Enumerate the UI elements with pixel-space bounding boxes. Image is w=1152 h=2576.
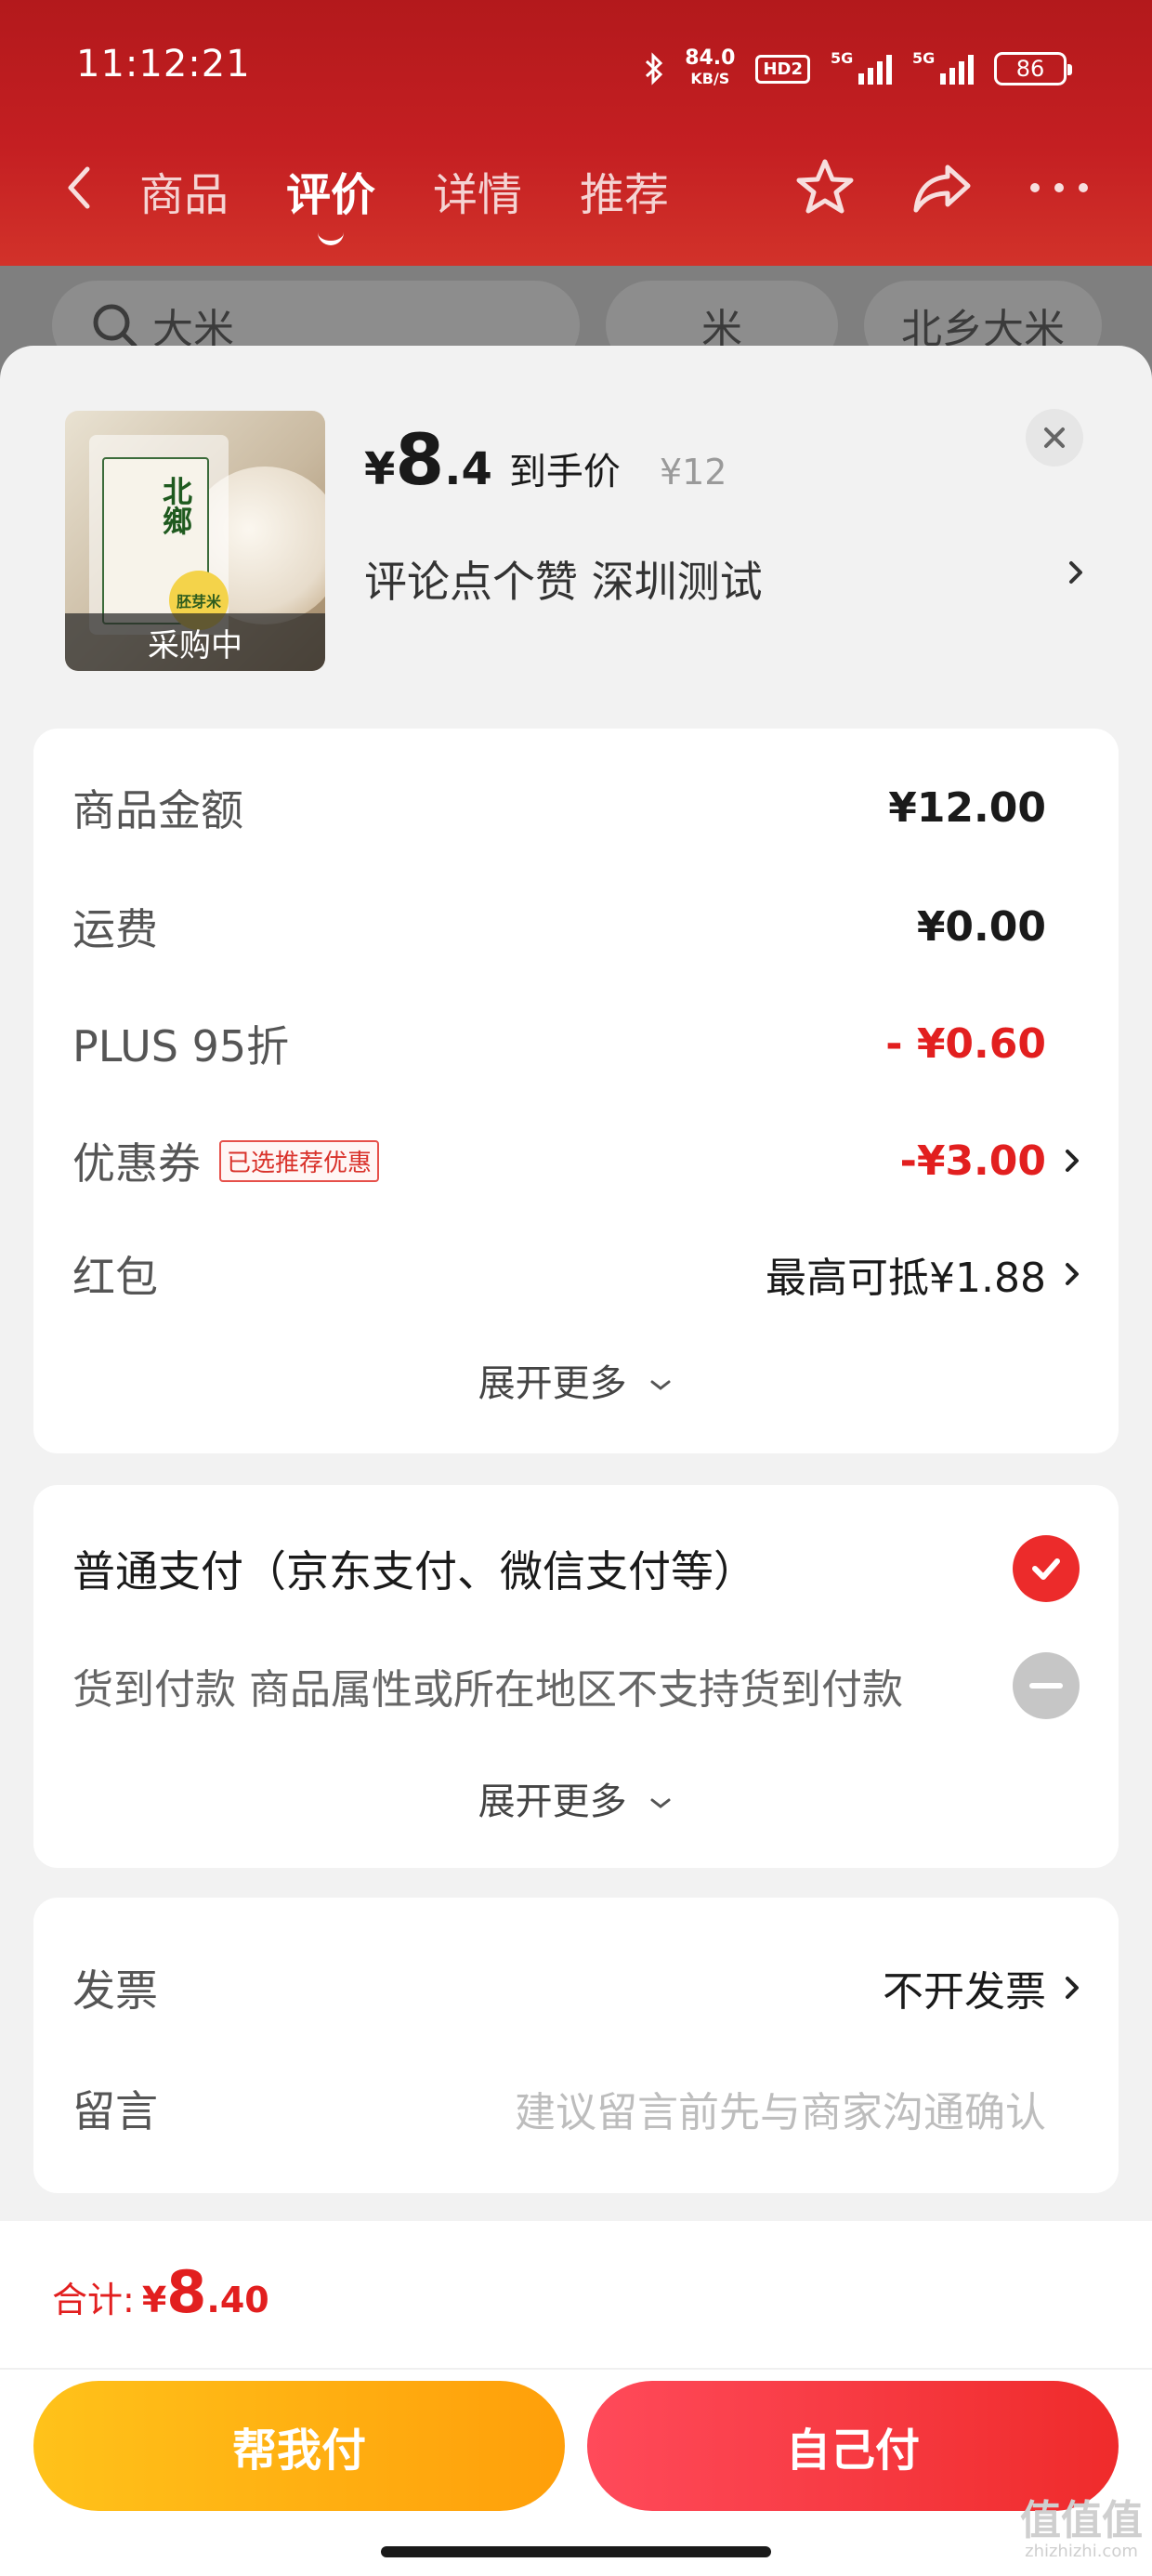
network-speed: 84.0 KB/S xyxy=(685,48,735,89)
total-decimal: .40 xyxy=(206,2280,269,2320)
hd-voice-badge: HD2 xyxy=(755,54,810,84)
disabled-minus-icon xyxy=(1013,1652,1080,1719)
row-note[interactable]: 留言 建议留言前先与商家沟通确认 xyxy=(72,2076,1080,2141)
red-packet-value: 最高可抵¥1.88 xyxy=(766,1255,1046,1302)
total-integer: 8 xyxy=(166,2258,207,2326)
tab-recommend[interactable]: 推荐 xyxy=(580,158,669,223)
status-icons: 84.0 KB/S HD2 5G 5G 86 xyxy=(644,41,1072,97)
nav-tabs: 商品 评价 详情 推荐 xyxy=(139,158,669,245)
watermark-site: zhizhizhi.com xyxy=(1025,2542,1138,2561)
total-currency: ¥ xyxy=(141,2280,167,2320)
status-time: 11:12:21 xyxy=(76,43,251,85)
expand-more-prices[interactable]: 展开更多 xyxy=(33,1353,1119,1407)
payment-option-normal-label: 普通支付（京东支付、微信支付等） xyxy=(72,1546,756,1597)
original-price: ¥12 xyxy=(659,452,727,493)
pay-myself-button[interactable]: 自己付 xyxy=(587,2381,1119,2511)
tab-details[interactable]: 详情 xyxy=(433,158,522,223)
invoice-note-card: 发票 不开发票 留言 建议留言前先与商家沟通确认 xyxy=(33,1898,1119,2193)
shipping-label: 运费 xyxy=(72,904,158,954)
row-red-packet[interactable]: 红包 最高可抵¥1.88 xyxy=(72,1242,1080,1307)
chevron-right-icon xyxy=(1066,1150,1079,1172)
final-price: ¥ 8 .4 到手价 ¥12 xyxy=(364,418,727,501)
goods-amount-label: 商品金额 xyxy=(72,785,243,835)
payment-option-cod: 货到付款 商品属性或所在地区不支持货到付款 xyxy=(72,1649,1080,1723)
thumbnail-caption: 采购中 xyxy=(65,613,325,671)
checkout-footer: 合计: ¥ 8 .40 帮我付 自己付 值值值 zhizhizhi.com xyxy=(0,2221,1152,2576)
product-thumbnail: 北鄉 胚芽米 采购中 xyxy=(65,411,325,671)
chevron-right-icon xyxy=(1066,1977,1079,1999)
product-spec-text: 评论点个赞 深圳测试 xyxy=(364,557,763,607)
price-currency: ¥ xyxy=(364,443,396,495)
coupon-label: 优惠券 xyxy=(72,1138,201,1189)
status-bar: 11:12:21 84.0 KB/S HD2 5G 5G 86 xyxy=(0,0,1152,139)
goods-amount-value: ¥12.00 xyxy=(888,783,1046,832)
network-speed-unit: KB/S xyxy=(690,70,730,87)
coupon-recommended-tag: 已选推荐优惠 xyxy=(219,1139,380,1182)
brand-logo-text: 北鄉 xyxy=(158,476,193,535)
plus-discount-value: - ¥0.60 xyxy=(885,1019,1046,1068)
signal-sim2-icon: 5G xyxy=(912,49,974,85)
chevron-right-icon xyxy=(1066,1263,1079,1285)
row-goods-amount: 商品金额 ¥12.00 xyxy=(72,775,1080,840)
payment-option-normal[interactable]: 普通支付（京东支付、微信支付等） xyxy=(72,1531,1080,1606)
home-indicator[interactable] xyxy=(381,2546,771,2557)
price-decimal: .4 xyxy=(444,443,492,495)
price-integer: 8 xyxy=(395,418,445,501)
product-summary: 北鄉 胚芽米 采购中 ¥ 8 .4 到手价 ¥12 评论点个赞 深圳测试 xyxy=(0,346,1152,699)
signal-sim1-icon: 5G xyxy=(831,49,892,85)
more-options-icon[interactable] xyxy=(1026,178,1093,197)
battery-icon: 86 xyxy=(994,52,1072,85)
back-arrow-icon[interactable] xyxy=(59,160,97,216)
payment-method-card: 普通支付（京东支付、微信支付等） 货到付款 商品属性或所在地区不支持货到付款 展… xyxy=(33,1485,1119,1868)
invoice-value: 不开发票 xyxy=(883,1968,1046,2016)
plus-discount-label: PLUS 95折 xyxy=(72,1021,290,1071)
search-icon xyxy=(93,304,137,348)
total-label: 合计: xyxy=(52,2280,135,2320)
payment-option-cod-label: 货到付款 商品属性或所在地区不支持货到付款 xyxy=(72,1666,903,1714)
row-shipping: 运费 ¥0.00 xyxy=(72,894,1080,959)
price-label: 到手价 xyxy=(508,451,621,493)
chevron-down-icon xyxy=(650,1798,671,1808)
favorite-star-icon[interactable] xyxy=(792,154,858,221)
shipping-value: ¥0.00 xyxy=(916,902,1046,951)
close-icon xyxy=(1044,427,1065,448)
row-plus-discount: PLUS 95折 - ¥0.60 xyxy=(72,1011,1080,1076)
share-icon[interactable] xyxy=(909,154,975,221)
order-total: 合计: ¥ 8 .40 xyxy=(52,2258,269,2326)
coupon-value: -¥3.00 xyxy=(899,1137,1046,1185)
price-breakdown-card: 商品金额 ¥12.00 运费 ¥0.00 PLUS 95折 - ¥0.60 优惠… xyxy=(33,729,1119,1453)
sim1-network-label: 5G xyxy=(831,49,854,67)
invoice-label: 发票 xyxy=(72,1965,158,2016)
tab-product[interactable]: 商品 xyxy=(139,158,229,223)
row-invoice[interactable]: 发票 不开发票 xyxy=(72,1955,1080,2020)
selected-check-icon xyxy=(1013,1535,1080,1602)
close-button[interactable] xyxy=(1026,409,1083,467)
chevron-right-icon xyxy=(1069,561,1082,584)
network-speed-value: 84.0 xyxy=(685,46,736,70)
note-label: 留言 xyxy=(72,2086,158,2136)
tab-reviews[interactable]: 评价 xyxy=(286,158,375,245)
nav-actions xyxy=(792,154,1093,221)
sim2-network-label: 5G xyxy=(912,49,936,67)
footer-divider xyxy=(0,2368,1152,2370)
chevron-down-icon xyxy=(650,1380,671,1390)
red-packet-label: 红包 xyxy=(72,1252,158,1302)
bluetooth-icon xyxy=(646,52,663,85)
product-nav-bar: 商品 评价 详情 推荐 xyxy=(0,139,1152,245)
product-spec-row[interactable]: 评论点个赞 深圳测试 xyxy=(364,548,1089,610)
row-coupon[interactable]: 优惠券 已选推荐优惠 -¥3.00 xyxy=(72,1128,1080,1193)
expand-more-label: 展开更多 xyxy=(478,1362,627,1405)
help-me-pay-button[interactable]: 帮我付 xyxy=(33,2381,565,2511)
site-watermark: 值值值 zhizhizhi.com xyxy=(1020,2500,1143,2561)
expand-more-label: 展开更多 xyxy=(478,1781,627,1823)
note-input[interactable]: 建议留言前先与商家沟通确认 xyxy=(515,2079,1046,2138)
expand-more-payments[interactable]: 展开更多 xyxy=(33,1771,1119,1825)
watermark-text: 值值值 xyxy=(1020,2497,1143,2544)
